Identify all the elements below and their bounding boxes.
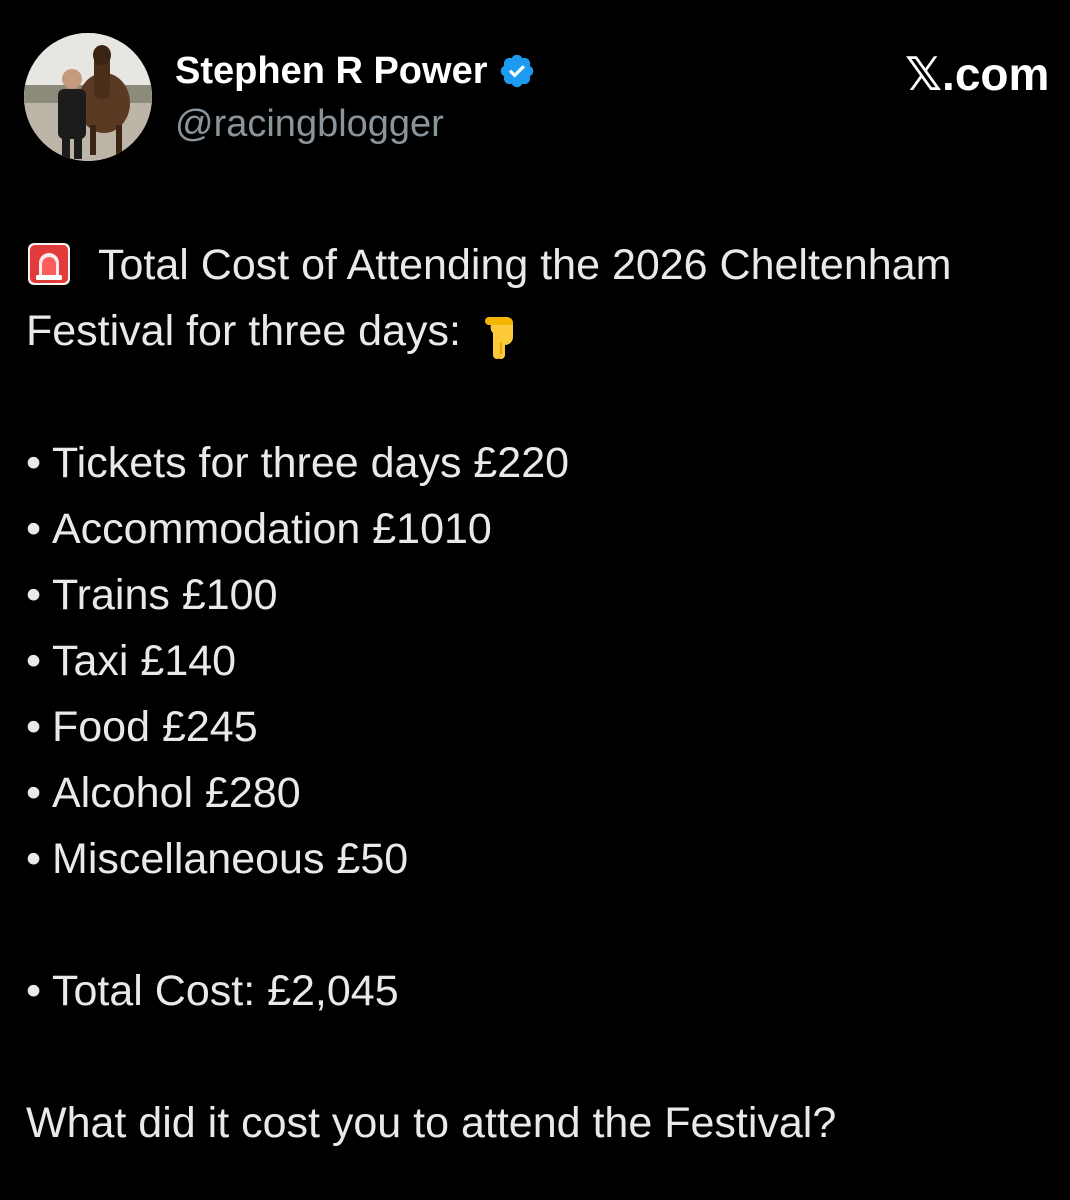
bullet-mark: • <box>26 703 42 751</box>
bullet-mark: • <box>26 505 42 553</box>
bullet-mark: • <box>26 769 42 817</box>
bullet-mark: • <box>26 439 42 487</box>
bullet-mark: • <box>26 835 42 883</box>
pointing-down-icon <box>483 311 523 359</box>
tweet-question: What did it cost you to attend the Festi… <box>26 1099 837 1147</box>
list-item-text: Alcohol £280 <box>52 769 301 817</box>
author-handle[interactable]: @racingblogger <box>175 103 444 146</box>
rotating-light-icon <box>26 240 72 286</box>
cost-list: • Tickets for three days £220 • Accommodat… <box>26 430 1070 892</box>
list-item-text: Miscellaneous £50 <box>52 835 409 883</box>
list-item: • Food £245 <box>26 694 1070 760</box>
list-item-text: Tickets for three days £220 <box>52 439 570 487</box>
author-display-name[interactable]: Stephen R Power <box>175 50 488 93</box>
bullet-mark: • <box>26 637 42 685</box>
list-item-text: Food £245 <box>52 703 258 751</box>
tweet-intro-text-1: Total Cost of Attending the 2026 Chelten… <box>98 241 952 289</box>
tweet-intro-line-2: Festival for three days: <box>26 298 1070 364</box>
total-cost-text: Total Cost: £2,045 <box>52 967 399 1015</box>
list-item-text: Accommodation £1010 <box>52 505 492 553</box>
avatar[interactable] <box>24 33 152 161</box>
list-item: • Tickets for three days £220 <box>26 430 1070 496</box>
x-brand-logo: 𝕏.com <box>905 48 1050 100</box>
tweet-intro-text-2: Festival for three days: <box>26 307 461 355</box>
list-item: • Trains £100 <box>26 562 1070 628</box>
bullet-mark: • <box>26 967 42 1015</box>
list-item-text: Trains £100 <box>52 571 278 619</box>
list-item: • Taxi £140 <box>26 628 1070 694</box>
list-item: • Accommodation £1010 <box>26 496 1070 562</box>
tweet-intro-line-1: Total Cost of Attending the 2026 Chelten… <box>26 232 1070 298</box>
tweet-body: Total Cost of Attending the 2026 Chelten… <box>26 232 1070 1156</box>
list-item: • Alcohol £280 <box>26 760 1070 826</box>
list-item: • Miscellaneous £50 <box>26 826 1070 892</box>
bullet-mark: • <box>26 571 42 619</box>
list-item-text: Taxi £140 <box>52 637 237 685</box>
author-name-row[interactable]: Stephen R Power <box>175 48 536 94</box>
total-cost-line: • Total Cost: £2,045 <box>26 958 1070 1024</box>
verified-badge-icon <box>498 52 536 90</box>
avatar-image <box>24 33 152 161</box>
